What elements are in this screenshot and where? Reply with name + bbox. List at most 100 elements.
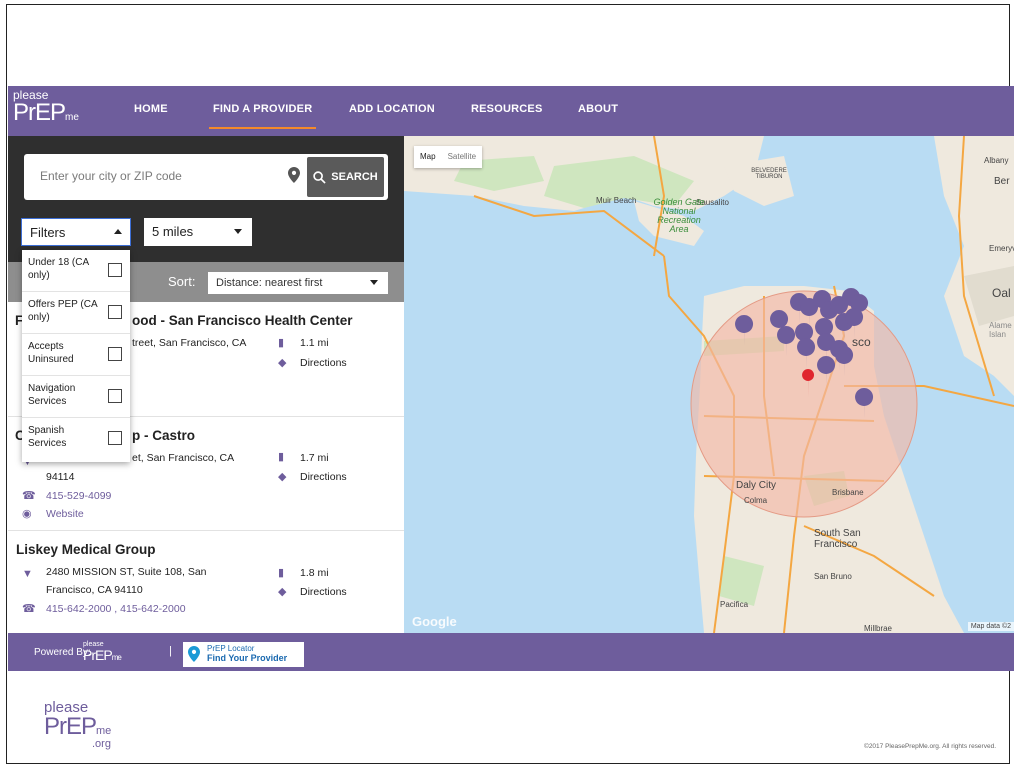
result-title[interactable]: Liskey Medical Group — [16, 542, 156, 557]
map-label: Muir Beach — [596, 196, 637, 205]
filters-select-label: Filters — [30, 225, 66, 240]
bottom-logo: please PrEPme .org — [44, 700, 111, 750]
map-label: Millbrae — [864, 624, 893, 633]
filter-option-navigation-services[interactable]: Navigation Services — [22, 376, 130, 418]
result-directions-link[interactable]: Directions — [300, 357, 347, 369]
bottom-logo-me: me — [96, 725, 112, 737]
filter-checkbox[interactable] — [108, 389, 122, 403]
search-box: Enter your city or ZIP code SEARCH — [24, 154, 388, 200]
map-type-satellite[interactable]: Satellite — [442, 146, 482, 168]
map-label: San Bruno — [814, 572, 852, 581]
location-pin-icon[interactable] — [288, 167, 300, 188]
location-pin-icon — [188, 646, 200, 664]
filter-option-under-18[interactable]: Under 18 (CA only) — [22, 250, 130, 292]
filter-option-label: Navigation Services — [28, 383, 76, 407]
prep-locator-badge[interactable]: PrEP Locator Find Your Provider — [183, 642, 304, 667]
result-website-link[interactable]: Website — [46, 508, 84, 520]
map-label: Pacifica — [720, 600, 749, 609]
radius-select[interactable]: 5 miles — [144, 218, 252, 246]
footer-logo-prep: PrEP — [83, 647, 113, 663]
directions-icon[interactable]: ◆ — [278, 470, 286, 483]
map-label: Daly City — [736, 480, 777, 491]
search-panel: Enter your city or ZIP code SEARCH Filte… — [8, 136, 404, 262]
map-label: Ber — [994, 176, 1010, 187]
filters-dropdown: Under 18 (CA only) Offers PEP (CA only) … — [22, 250, 130, 462]
map-label: BELVEDERE TIBURON — [751, 168, 787, 180]
map-credits[interactable]: Map data ©2 — [967, 622, 1014, 631]
map-label: Golden Gate National Recreation Area — [653, 197, 705, 234]
map-label: Oal — [992, 286, 1011, 300]
result-item[interactable]: Liskey Medical Group ▼ 2480 MISSION ST, … — [8, 530, 404, 632]
copyright-text: ©2017 PleasePrepMe.org. All rights reser… — [864, 743, 996, 750]
top-nav: please PrEPme HOME FIND A PROVIDER ADD L… — [8, 86, 1014, 136]
filter-checkbox[interactable] — [108, 263, 122, 277]
nav-home[interactable]: HOME — [134, 103, 168, 115]
google-logo: Google — [412, 614, 457, 629]
bottom-logo-prep: PrEP — [44, 713, 97, 740]
nav-add-location[interactable]: ADD LOCATION — [349, 103, 435, 115]
map-icon: ▮ — [278, 567, 285, 579]
result-address-line2: 94114 — [46, 471, 75, 483]
result-address: treet, San Francisco, CA — [132, 337, 247, 349]
sort-label: Sort: — [168, 274, 196, 289]
footer-logo-me: me — [111, 653, 122, 662]
bottom-logo-org: .org — [92, 738, 111, 750]
map-icon: ▮ — [278, 451, 285, 463]
result-distance: 1.7 mi — [300, 452, 329, 464]
map-label: Colma — [744, 496, 768, 505]
search-button[interactable]: SEARCH — [307, 157, 384, 197]
search-icon — [313, 170, 326, 184]
result-title[interactable]: p - Castro — [132, 428, 195, 443]
map-type-map[interactable]: Map — [414, 146, 442, 168]
nav-resources[interactable]: RESOURCES — [471, 103, 542, 115]
filter-option-label: Spanish Services — [28, 425, 67, 449]
radius-select-value: 5 miles — [152, 224, 194, 239]
caret-down-icon — [370, 280, 378, 285]
filter-option-label: Accepts Uninsured — [28, 341, 74, 365]
search-button-label: SEARCH — [331, 171, 378, 183]
result-directions-link[interactable]: Directions — [300, 586, 347, 598]
map-label: sco — [852, 335, 871, 349]
directions-icon[interactable]: ◆ — [278, 356, 286, 369]
filter-option-offers-pep[interactable]: Offers PEP (CA only) — [22, 292, 130, 334]
site-logo[interactable]: please PrEPme — [13, 89, 79, 125]
footer-logo[interactable]: please PrEPme — [83, 641, 122, 663]
map-type-toggle: Map Satellite — [414, 146, 483, 168]
nav-about[interactable]: ABOUT — [578, 103, 618, 115]
locator-title: PrEP Locator — [207, 644, 255, 653]
logo-text-me: me — [65, 112, 79, 123]
map-canvas[interactable] — [404, 136, 1014, 633]
result-phone-link[interactable]: 415-529-4099 — [46, 490, 111, 502]
result-address-line2: Francisco, CA 94110 — [46, 584, 143, 596]
result-address: et, San Francisco, CA — [132, 452, 235, 464]
globe-icon: ◉ — [22, 508, 32, 520]
map-view[interactable]: Map Satellite Muir Beach Sausalito Golde… — [404, 136, 1014, 633]
filter-checkbox[interactable] — [108, 305, 122, 319]
result-directions-link[interactable]: Directions — [300, 471, 347, 483]
map-icon: ▮ — [278, 337, 285, 349]
filter-checkbox[interactable] — [108, 431, 122, 445]
footer-bar: Powered By: please PrEPme | PrEP Locator… — [8, 633, 1014, 671]
filter-option-accepts-uninsured[interactable]: Accepts Uninsured — [22, 334, 130, 376]
map-label: Albany — [984, 156, 1009, 165]
filter-option-spanish-services[interactable]: Spanish Services — [22, 418, 130, 460]
directions-icon[interactable]: ◆ — [278, 585, 286, 598]
map-label: South San Francisco — [814, 528, 861, 550]
sort-select[interactable]: Distance: nearest first — [208, 272, 388, 294]
result-phone-link[interactable]: 415-642-2000 , 415-642-2000 — [46, 603, 186, 615]
nav-find-a-provider[interactable]: FIND A PROVIDER — [208, 103, 317, 129]
search-input[interactable]: Enter your city or ZIP code — [40, 169, 182, 183]
map-label: Alame Islan — [989, 321, 1012, 339]
filter-option-label: Under 18 (CA only) — [28, 257, 89, 281]
locator-subtitle: Find Your Provider — [207, 653, 288, 663]
result-distance: 1.8 mi — [300, 567, 329, 579]
sort-select-value: Distance: nearest first — [216, 277, 323, 289]
result-title[interactable]: ood - San Francisco Health Center — [132, 313, 353, 328]
filters-select[interactable]: Filters — [21, 218, 131, 246]
filter-checkbox[interactable] — [108, 347, 122, 361]
caret-up-icon — [114, 229, 122, 234]
footer-separator: | — [169, 645, 172, 657]
phone-icon: ☎ — [22, 603, 36, 615]
map-label: Emeryv — [989, 244, 1014, 253]
phone-icon: ☎ — [22, 490, 36, 502]
